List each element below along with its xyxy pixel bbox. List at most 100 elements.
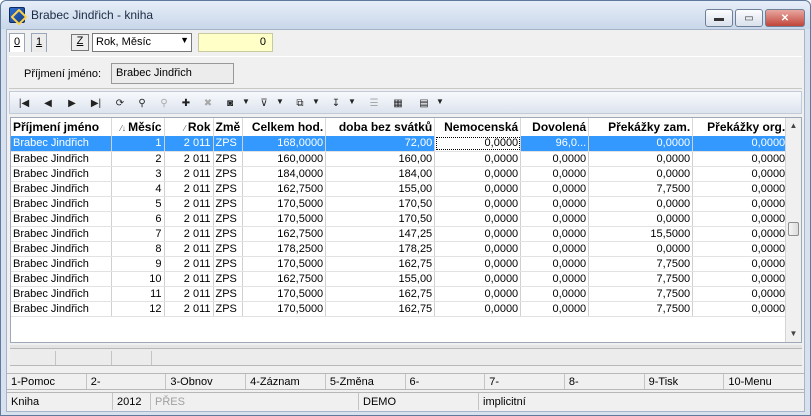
table-cell[interactable]: 0,0000 [434, 241, 522, 257]
z-button[interactable]: Z [71, 34, 89, 51]
table-cell[interactable]: 0,0000 [692, 286, 789, 302]
table-cell[interactable]: 0,0000 [520, 181, 590, 197]
table-cell[interactable]: 0,0000 [434, 181, 522, 197]
table-cell[interactable]: 170,5000 [242, 196, 327, 212]
table-cell[interactable]: 162,75 [325, 286, 436, 302]
table-cell[interactable]: 0,0000 [434, 136, 522, 152]
table-cell[interactable]: 0,0000 [692, 181, 789, 197]
scroll-thumb[interactable] [788, 222, 799, 236]
table-cell[interactable]: 7,7500 [588, 301, 694, 317]
table-cell[interactable]: 0,0000 [520, 166, 590, 182]
table-cell[interactable]: 2 011 [164, 226, 214, 242]
camera-icon[interactable]: ◙ [222, 95, 238, 111]
table-cell[interactable]: Brabec Jindřich [11, 151, 112, 167]
table-row[interactable]: Brabec Jindřich 7 2 011 ZPS 162,7500 147,25 0,… [11, 226, 789, 242]
value-field[interactable]: 0 [198, 33, 273, 52]
table-cell[interactable]: 0,0000 [520, 301, 590, 317]
table-cell[interactable]: 0,0000 [692, 226, 789, 242]
table-cell[interactable]: Brabec Jindřich [11, 271, 112, 287]
sort-icon[interactable]: ↧ [328, 95, 344, 111]
table-cell[interactable]: 0,0000 [692, 271, 789, 287]
table-row[interactable]: Brabec Jindřich 11 2 011 ZPS 170,5000 162,75 0… [11, 286, 789, 302]
fkey-4[interactable]: 4-Záznam [246, 374, 326, 389]
maximize-button[interactable]: ▭ [735, 9, 763, 27]
table-cell[interactable]: 162,75 [325, 301, 436, 317]
table-cell[interactable]: Brabec Jindřich [11, 226, 112, 242]
columns-dropdown-icon[interactable]: ▼ [436, 97, 444, 106]
table-cell[interactable]: 15,5000 [588, 226, 694, 242]
table-cell[interactable]: 11 [111, 286, 165, 302]
period-select[interactable]: Rok, Měsíc ▼ [92, 33, 192, 52]
table-cell[interactable]: 7 [111, 226, 165, 242]
table-cell[interactable]: 170,50 [325, 211, 436, 227]
filter-dropdown-icon[interactable]: ▼ [276, 97, 284, 106]
col-header-prijmeni[interactable]: Příjmení jméno [11, 118, 112, 136]
tab-0[interactable]: 0 [9, 33, 26, 52]
table-cell[interactable]: 2 011 [164, 136, 214, 152]
export-dropdown-icon[interactable]: ▼ [312, 97, 320, 106]
col-header-celkem[interactable]: Celkem hod. [242, 118, 327, 136]
table-row[interactable]: Brabec Jindřich 6 2 011 ZPS 170,5000 170,50 0,… [11, 211, 789, 227]
table-cell[interactable]: 10 [111, 271, 165, 287]
add-record-icon[interactable]: ✚ [178, 95, 194, 111]
table-cell[interactable]: 184,0000 [242, 166, 327, 182]
table-cell[interactable]: 0,0000 [520, 241, 590, 257]
table-cell[interactable]: Brabec Jindřich [11, 256, 112, 272]
fkey-8[interactable]: 8- [565, 374, 645, 389]
table-cell[interactable]: 0,0000 [520, 196, 590, 212]
table-cell[interactable]: 170,5000 [242, 301, 327, 317]
table-cell[interactable]: 0,0000 [434, 196, 522, 212]
table-cell[interactable]: 155,00 [325, 271, 436, 287]
camera-dropdown-icon[interactable]: ▼ [242, 97, 250, 106]
fkey-7[interactable]: 7- [485, 374, 565, 389]
table-cell[interactable]: ZPS [213, 226, 244, 242]
fkey-5[interactable]: 5-Změna [326, 374, 406, 389]
table-cell[interactable]: 178,25 [325, 241, 436, 257]
table-cell[interactable]: 0,0000 [588, 166, 694, 182]
table-cell[interactable]: ZPS [213, 286, 244, 302]
title-bar[interactable]: Brabec Jindřich - kniha ▬ ▭ ✕ [1, 1, 810, 29]
table-cell[interactable]: 72,00 [325, 136, 436, 152]
table-cell[interactable]: ZPS [213, 166, 244, 182]
table-cell[interactable]: 2 011 [164, 286, 214, 302]
table-cell[interactable]: 170,5000 [242, 256, 327, 272]
table-cell[interactable]: ZPS [213, 211, 244, 227]
find-icon[interactable]: ⚲ [134, 95, 150, 111]
export-icon[interactable]: ⧉ [292, 95, 308, 111]
name-field[interactable]: Brabec Jindřich [111, 63, 234, 84]
table-row[interactable]: Brabec Jindřich 3 2 011 ZPS 184,0000 184,00 0,… [11, 166, 789, 182]
col-header-zmena[interactable]: Změ [213, 118, 244, 136]
excel-icon[interactable]: ▦ [390, 95, 406, 111]
table-cell[interactable]: ZPS [213, 181, 244, 197]
table-cell[interactable]: 2 [111, 151, 165, 167]
table-cell[interactable]: 12 [111, 301, 165, 317]
table-cell[interactable]: 168,0000 [242, 136, 327, 152]
table-row[interactable]: Brabec Jindřich 12 2 011 ZPS 170,5000 162,75 0… [11, 301, 789, 317]
minimize-button[interactable]: ▬ [705, 9, 733, 27]
table-cell[interactable]: 6 [111, 211, 165, 227]
table-cell[interactable]: 0,0000 [434, 226, 522, 242]
filter-icon[interactable]: ⊽ [256, 95, 272, 111]
table-cell[interactable]: 0,0000 [692, 241, 789, 257]
table-cell[interactable]: 2 011 [164, 256, 214, 272]
table-row[interactable]: Brabec Jindřich 1 2 011 ZPS 168,0000 72,00 0,0… [11, 136, 789, 152]
table-cell[interactable]: Brabec Jindřich [11, 211, 112, 227]
col-header-rok[interactable]: ⁄ Rok [164, 118, 214, 136]
table-cell[interactable]: 2 011 [164, 166, 214, 182]
table-row[interactable]: Brabec Jindřich 8 2 011 ZPS 178,2500 178,25 0,… [11, 241, 789, 257]
table-cell[interactable]: 0,0000 [434, 271, 522, 287]
table-cell[interactable]: 8 [111, 241, 165, 257]
table-cell[interactable]: 7,7500 [588, 286, 694, 302]
table-cell[interactable]: 0,0000 [692, 301, 789, 317]
first-record-icon[interactable]: |◀ [16, 95, 32, 111]
table-cell[interactable]: 0,0000 [434, 301, 522, 317]
tab-1[interactable]: 1 [31, 33, 48, 52]
table-cell[interactable]: 0,0000 [588, 136, 694, 152]
table-cell[interactable]: 0,0000 [588, 151, 694, 167]
table-cell[interactable]: 170,50 [325, 196, 436, 212]
sort-dropdown-icon[interactable]: ▼ [348, 97, 356, 106]
table-cell[interactable]: 0,0000 [434, 286, 522, 302]
table-cell[interactable]: 2 011 [164, 196, 214, 212]
table-cell[interactable]: Brabec Jindřich [11, 196, 112, 212]
fkey-6[interactable]: 6- [406, 374, 486, 389]
